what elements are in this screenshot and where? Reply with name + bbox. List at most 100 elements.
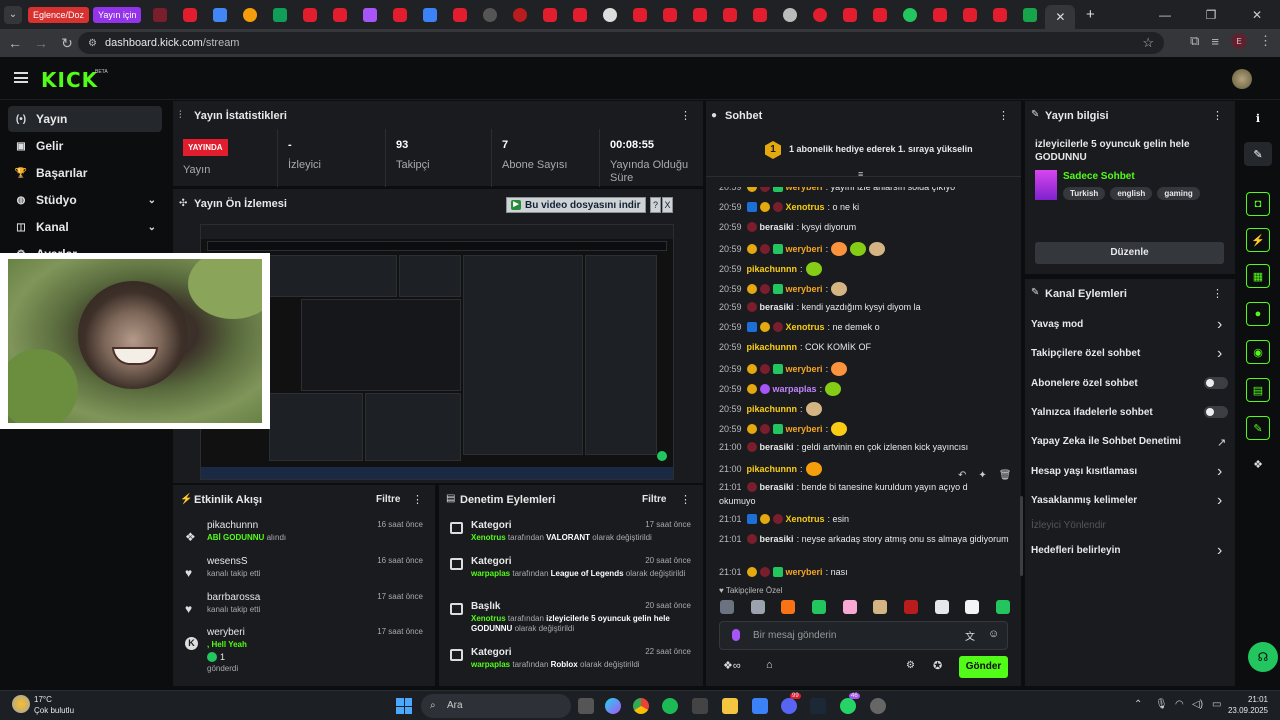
profile-avatar[interactable]: E [1231, 33, 1247, 49]
emote-icon[interactable] [720, 600, 734, 614]
chat-message[interactable]: 21:01 berasiki: neyse arkadaş story atmış… [719, 534, 1009, 544]
chevron-right-icon[interactable]: › [1217, 464, 1222, 480]
category-link[interactable]: Sadece Sohbet [1063, 171, 1135, 182]
chat-message[interactable]: 20:59 Xenotrus: ne demek o [719, 322, 880, 332]
message-user[interactable]: berasiki [760, 302, 794, 312]
chat-message[interactable]: 20:59 pikachunnn: COK KOMİK OF [719, 342, 871, 352]
sidebar-item-gelir[interactable]: ▣ Gelir [8, 133, 162, 159]
tab[interactable] [565, 0, 595, 29]
chat-message[interactable]: 21:00 berasiki: geldi artvinin en çok izl… [719, 442, 968, 452]
info-icon[interactable]: ℹ [1244, 106, 1272, 130]
message-user[interactable]: weryberi [786, 244, 823, 254]
bookmark-star-icon[interactable]: ☆ [1142, 35, 1154, 51]
chat-message[interactable]: 20:59 berasiki: kendi yazdığım kysyi diyo… [719, 302, 921, 312]
bookmark-folder-yayin[interactable]: Yayın için [93, 6, 142, 23]
taskbar-search[interactable]: ⌕ Ara [421, 694, 571, 718]
close-download-button[interactable]: X [662, 197, 673, 213]
channel-action-item[interactable]: Yasaklanmış kelimeler [1031, 495, 1137, 506]
clock-date[interactable]: 23.09.2025 [1222, 706, 1268, 715]
tab[interactable] [595, 0, 625, 29]
chrome-icon[interactable] [633, 698, 649, 714]
sidebar-item-kanal[interactable]: ◫ Kanal ⌄ [8, 214, 162, 240]
moderation-filter-button[interactable]: Filtre [642, 494, 666, 505]
collapse-icon[interactable]: ≡ [858, 169, 863, 179]
chat-settings-icon[interactable]: ⚙ [906, 660, 915, 671]
tab[interactable] [325, 0, 355, 29]
tab[interactable] [145, 0, 175, 29]
chevron-right-icon[interactable]: › [1217, 493, 1222, 509]
emote-icon[interactable] [903, 600, 918, 614]
emote-icon[interactable] [811, 600, 826, 614]
tab[interactable] [745, 0, 775, 29]
app-icon[interactable] [692, 698, 708, 714]
spotify-icon[interactable] [662, 698, 678, 714]
broadcast-icon[interactable]: ◉ [1246, 340, 1270, 364]
tab[interactable] [445, 0, 475, 29]
channel-action-item[interactable]: Yalnızca ifadelerle sohbet [1031, 407, 1153, 418]
message-user[interactable]: pikachunnn [747, 404, 798, 414]
copilot-icon[interactable] [605, 698, 621, 714]
forward-icon[interactable]: → [28, 35, 54, 51]
mic-icon[interactable] [732, 629, 740, 641]
kick-logo[interactable]: KICK [41, 68, 98, 92]
edit-stream-button[interactable]: Düzenle [1035, 242, 1224, 264]
tab[interactable] [205, 0, 235, 29]
chat-scrollbar[interactable] [1020, 496, 1023, 576]
browser-menu-icon[interactable]: ⋮ [1259, 33, 1272, 49]
user-avatar[interactable] [1232, 69, 1252, 89]
gift-banner[interactable]: 1 1 abonelik hediye ederek 1. sıraya yük… [706, 129, 1021, 179]
support-headset-icon[interactable]: ☊ [1248, 642, 1278, 672]
tab[interactable] [925, 0, 955, 29]
chat-input[interactable]: Bir mesaj gönderin 文 ☺ [719, 621, 1008, 650]
chevron-down-icon[interactable]: ⌄ [148, 222, 156, 233]
message-user[interactable]: berasiki [760, 222, 794, 232]
chat-message[interactable]: 21:01 berasiki: bende bi tanesine kuruldu… [719, 482, 968, 492]
close-window-icon[interactable]: ✕ [1234, 0, 1280, 29]
chat-message[interactable]: 20:59 pikachunnn: [719, 402, 822, 416]
tab[interactable] [985, 0, 1015, 29]
chevron-right-icon[interactable]: › [1217, 543, 1222, 559]
pin-icon[interactable]: ✦ [978, 470, 986, 481]
chat-message[interactable]: 20:59 pikachunnn: [719, 262, 822, 276]
file-explorer-icon[interactable] [722, 698, 738, 714]
emote-icon[interactable] [750, 600, 765, 614]
tab[interactable] [385, 0, 415, 29]
tools-icon[interactable]: ✎ [1246, 416, 1270, 440]
channel-action-item[interactable]: Hedefleri belirleyin [1031, 545, 1120, 556]
tab[interactable] [715, 0, 745, 29]
message-user[interactable]: pikachunnn [747, 264, 798, 274]
more-icon[interactable]: ⋮ [680, 109, 691, 122]
whatsapp-icon[interactable] [840, 698, 856, 714]
poll-icon[interactable]: ▦ [1246, 264, 1270, 288]
tab[interactable] [265, 0, 295, 29]
chevron-right-icon[interactable]: › [1217, 346, 1222, 362]
tab[interactable] [505, 0, 535, 29]
chat-message[interactable]: 21:00 pikachunnn: [719, 462, 822, 476]
message-user[interactable]: berasiki [760, 534, 794, 544]
start-icon[interactable] [396, 698, 412, 714]
restore-icon[interactable]: ❐ [1188, 0, 1234, 29]
app-icon[interactable] [870, 698, 886, 714]
raid-icon[interactable]: ⚡ [1246, 228, 1270, 252]
store-icon[interactable]: ⌂ [766, 659, 773, 671]
weather-icon[interactable] [12, 695, 30, 713]
sidebar-item-basarilar[interactable]: 🏆 Başarılar [8, 160, 162, 186]
volume-icon[interactable]: ◁) [1192, 699, 1203, 710]
stream-preview-video[interactable] [200, 224, 674, 480]
extensions-icon[interactable]: ⧉ [1190, 33, 1199, 49]
tab[interactable] [625, 0, 655, 29]
back-icon[interactable]: ← [2, 35, 28, 51]
help-button[interactable]: ? [650, 197, 661, 213]
bookmark-folder-eglence[interactable]: Eglence/Doz [28, 6, 90, 23]
chat-message[interactable]: 21:01 Xenotrus: esin [719, 514, 849, 524]
tab[interactable] [355, 0, 385, 29]
emote-icon[interactable] [934, 600, 949, 614]
clip-icon[interactable]: ◘ [1246, 192, 1270, 216]
task-view-icon[interactable] [578, 698, 594, 714]
message-user[interactable]: weryberi [786, 424, 823, 434]
more-icon[interactable]: ⋮ [998, 109, 1009, 122]
tab[interactable] [685, 0, 715, 29]
message-user[interactable]: pikachunnn [747, 464, 798, 474]
channel-action-item[interactable]: Takipçilere özel sohbet [1031, 348, 1140, 359]
reload-icon[interactable]: ↻ [54, 35, 80, 52]
